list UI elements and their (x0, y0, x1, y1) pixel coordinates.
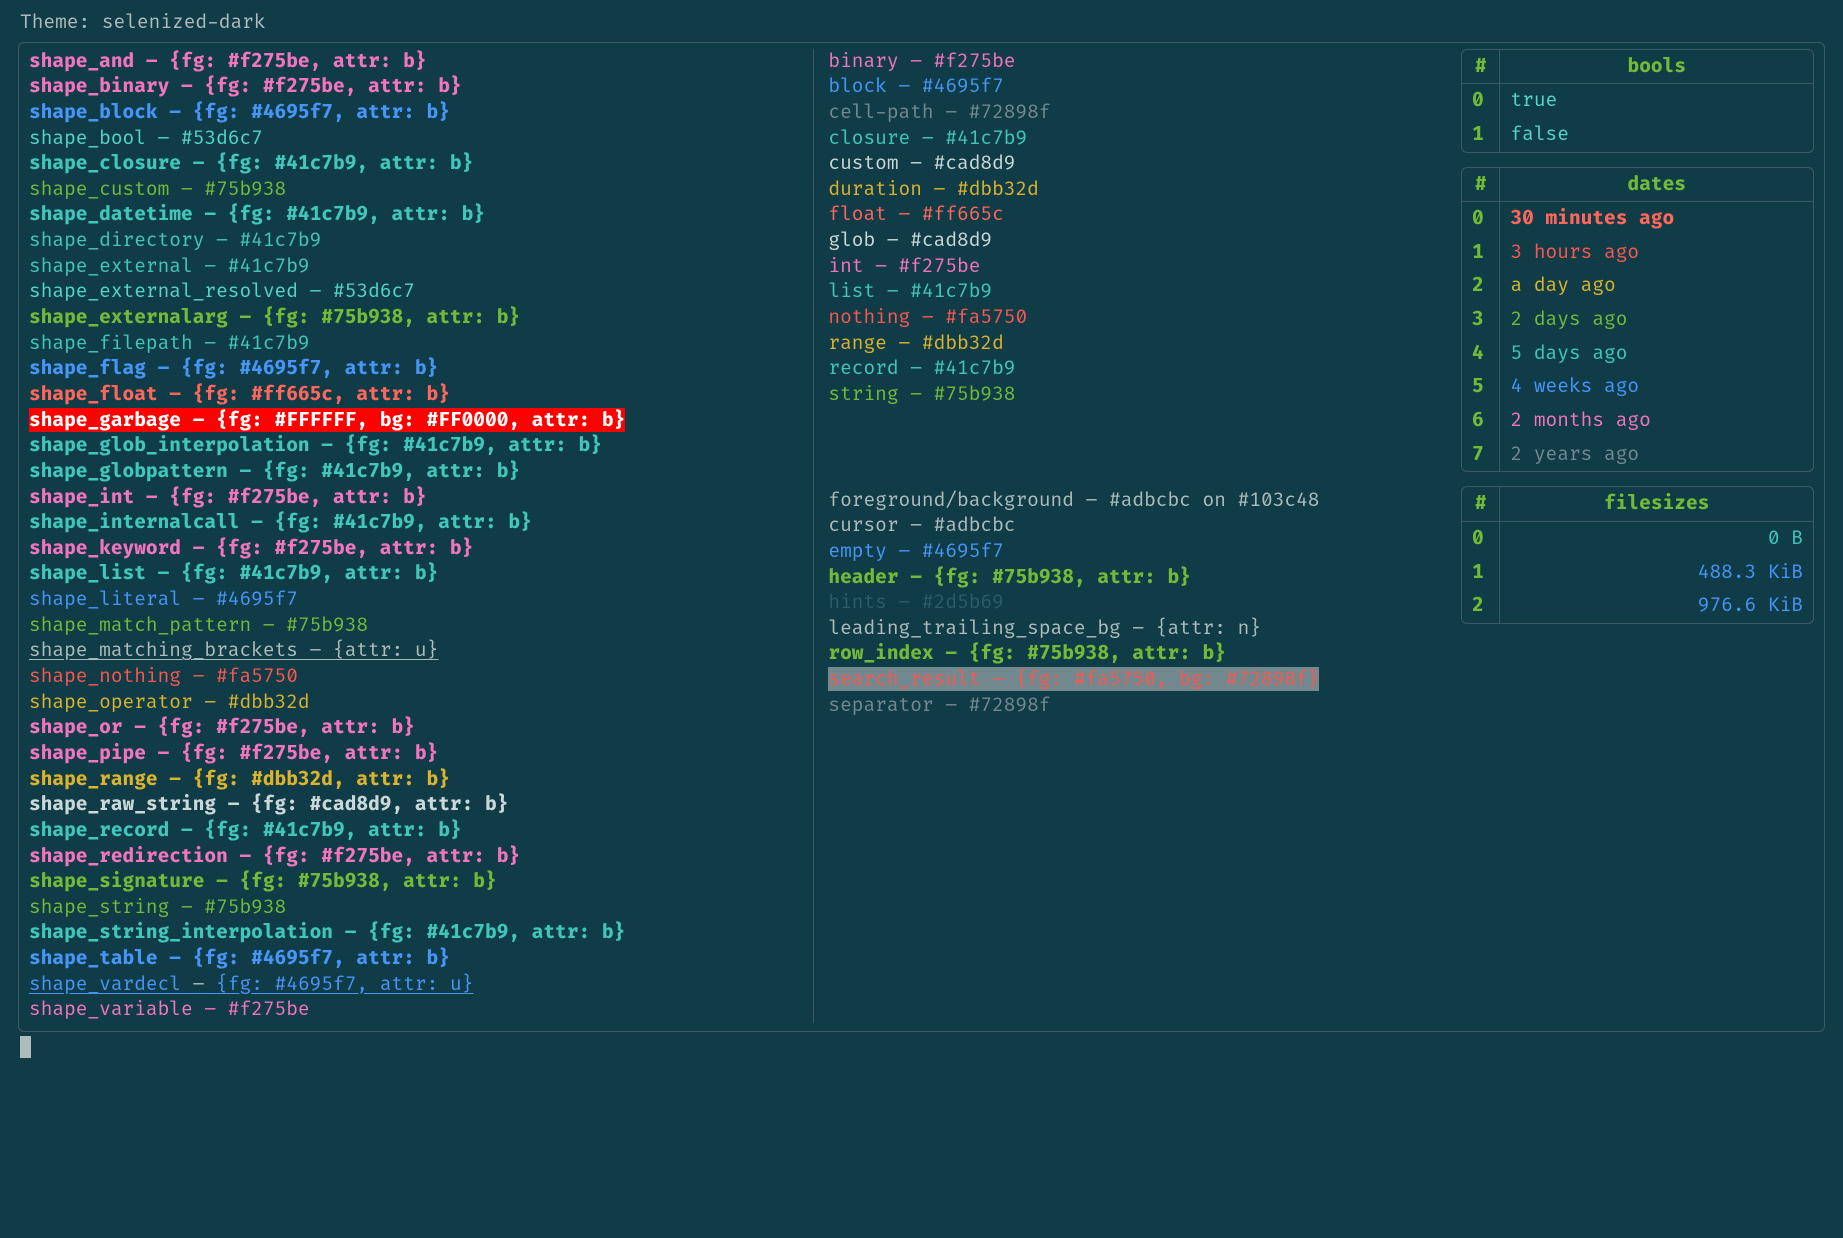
types-list: binary – #f275beblock – #4695f7cell-path… (828, 49, 1443, 408)
entry-range: range – #dbb32d (828, 331, 1443, 357)
entry-nothing: nothing – #fa5750 (828, 305, 1443, 331)
table-row: 62 months ago (1462, 404, 1813, 438)
entry-record: record – #41c7b9 (828, 356, 1443, 382)
entry-shape_record: shape_record – {fg: #41c7b9, attr: b} (29, 818, 799, 844)
entry-shape_vardecl: shape_vardecl – {fg: #4695f7, attr: u} (29, 972, 799, 998)
entry-shape_list: shape_list – {fg: #41c7b9, attr: b} (29, 561, 799, 587)
entry-shape_bool: shape_bool – #53d6c7 (29, 126, 799, 152)
entry-duration: duration – #dbb32d (828, 177, 1443, 203)
column-shapes: shape_and – {fg: #f275be, attr: b}shape_… (29, 49, 814, 1023)
entry-shape_closure: shape_closure – {fg: #41c7b9, attr: b} (29, 151, 799, 177)
entry-shape_datetime: shape_datetime – {fg: #41c7b9, attr: b} (29, 202, 799, 228)
table-row: 1488.3 KiB (1462, 556, 1813, 590)
entry-shape_range: shape_range – {fg: #dbb32d, attr: b} (29, 767, 799, 793)
entry-shape_directory: shape_directory – #41c7b9 (29, 228, 799, 254)
entry-custom: custom – #cad8d9 (828, 151, 1443, 177)
entry-string: string – #75b938 (828, 382, 1443, 408)
entry-shape_or: shape_or – {fg: #f275be, attr: b} (29, 715, 799, 741)
theme-label: Theme: (20, 10, 102, 34)
entry-shape_block: shape_block – {fg: #4695f7, attr: b} (29, 100, 799, 126)
table-row: 00 B (1462, 521, 1813, 555)
table-row: 0true (1462, 84, 1813, 118)
entry-empty: empty – #4695f7 (828, 539, 1443, 565)
entry-hints: hints – #2d5b69 (828, 590, 1443, 616)
table-row: 13 hours ago (1462, 236, 1813, 270)
entry-shape_globpattern: shape_globpattern – {fg: #41c7b9, attr: … (29, 459, 799, 485)
theme-name: selenized-dark (102, 10, 266, 34)
entry-shape_float: shape_float – {fg: #ff665c, attr: b} (29, 382, 799, 408)
entry-shape_table: shape_table – {fg: #4695f7, attr: b} (29, 946, 799, 972)
entry-shape_internalcall: shape_internalcall – {fg: #41c7b9, attr:… (29, 510, 799, 536)
entry-cursor: cursor – #adbcbc (828, 513, 1443, 539)
entry-shape_external_resolved: shape_external_resolved – #53d6c7 (29, 279, 799, 305)
entry-shape_variable: shape_variable – #f275be (29, 997, 799, 1023)
entry-shape_int: shape_int – {fg: #f275be, attr: b} (29, 485, 799, 511)
entry-leading_trailing_space_bg: leading_trailing_space_bg – {attr: n} (828, 616, 1443, 642)
dates-header-dates: dates (1500, 168, 1813, 202)
filesizes-table: #filesizes00 B1488.3 KiB2976.6 KiB (1461, 486, 1814, 624)
entry-list: list – #41c7b9 (828, 279, 1443, 305)
entry-search_result: search_result – {fg: #fa5750, bg: #72898… (828, 667, 1443, 693)
table-row: 45 days ago (1462, 337, 1813, 371)
entry-shape_redirection: shape_redirection – {fg: #f275be, attr: … (29, 844, 799, 870)
bools-header-bools: bools (1500, 50, 1813, 84)
entry-header: header – {fg: #75b938, attr: b} (828, 565, 1443, 591)
entry-shape_keyword: shape_keyword – {fg: #f275be, attr: b} (29, 536, 799, 562)
entry-shape_binary: shape_binary – {fg: #f275be, attr: b} (29, 74, 799, 100)
theme-line: Theme: selenized-dark (20, 10, 1825, 36)
entry-shape_signature: shape_signature – {fg: #75b938, attr: b} (29, 869, 799, 895)
entry-shape_string: shape_string – #75b938 (29, 895, 799, 921)
entry-shape_operator: shape_operator – #dbb32d (29, 690, 799, 716)
entry-binary: binary – #f275be (828, 49, 1443, 75)
entry-shape_and: shape_and – {fg: #f275be, attr: b} (29, 49, 799, 75)
table-row: 32 days ago (1462, 303, 1813, 337)
table-row: 1false (1462, 118, 1813, 152)
entry-cell-path: cell-path – #72898f (828, 100, 1443, 126)
dates-table: #dates030 minutes ago13 hours ago2a day … (1461, 167, 1814, 473)
filesizes-header-#: # (1462, 487, 1500, 521)
table-row: 72 years ago (1462, 438, 1813, 472)
entry-shape_garbage: shape_garbage – {fg: #FFFFFF, bg: #FF000… (29, 408, 799, 434)
bools-table: #bools0true1false (1461, 49, 1814, 153)
table-row: 2976.6 KiB (1462, 589, 1813, 623)
entry-shape_matching_brackets: shape_matching_brackets – {attr: u} (29, 638, 799, 664)
cursor-block (20, 1036, 31, 1058)
table-row: 030 minutes ago (1462, 202, 1813, 236)
entry-block: block – #4695f7 (828, 74, 1443, 100)
main-panel: shape_and – {fg: #f275be, attr: b}shape_… (18, 42, 1825, 1032)
filesizes-header-filesizes: filesizes (1500, 487, 1813, 521)
entry-shape_filepath: shape_filepath – #41c7b9 (29, 331, 799, 357)
entry-shape_pipe: shape_pipe – {fg: #f275be, attr: b} (29, 741, 799, 767)
misc-list: foreground/background – #adbcbc on #103c… (828, 488, 1443, 719)
entry-separator: separator – #72898f (828, 693, 1443, 719)
entry-shape_match_pattern: shape_match_pattern – #75b938 (29, 613, 799, 639)
column-tables: #bools0true1false#dates030 minutes ago13… (1457, 49, 1814, 1023)
dates-header-#: # (1462, 168, 1500, 202)
entry-shape_external: shape_external – #41c7b9 (29, 254, 799, 280)
entry-shape_raw_string: shape_raw_string – {fg: #cad8d9, attr: b… (29, 792, 799, 818)
table-row: 54 weeks ago (1462, 370, 1813, 404)
terminal-screen: Theme: selenized-dark shape_and – {fg: #… (0, 0, 1843, 1076)
entry-float: float – #ff665c (828, 202, 1443, 228)
entry-glob: glob – #cad8d9 (828, 228, 1443, 254)
entry-shape_custom: shape_custom – #75b938 (29, 177, 799, 203)
entry-shape_string_interpolation: shape_string_interpolation – {fg: #41c7b… (29, 920, 799, 946)
entry-shape_nothing: shape_nothing – #fa5750 (29, 664, 799, 690)
entry-shape_flag: shape_flag – {fg: #4695f7, attr: b} (29, 356, 799, 382)
entry-closure: closure – #41c7b9 (828, 126, 1443, 152)
entry-shape_literal: shape_literal – #4695f7 (29, 587, 799, 613)
entry-shape_glob_interpolation: shape_glob_interpolation – {fg: #41c7b9,… (29, 433, 799, 459)
entry-row_index: row_index – {fg: #75b938, attr: b} (828, 641, 1443, 667)
entry-shape_externalarg: shape_externalarg – {fg: #75b938, attr: … (29, 305, 799, 331)
column-middle: binary – #f275beblock – #4695f7cell-path… (814, 49, 1457, 1023)
table-row: 2a day ago (1462, 269, 1813, 303)
entry-int: int – #f275be (828, 254, 1443, 280)
bools-header-#: # (1462, 50, 1500, 84)
entry-foreground/background: foreground/background – #adbcbc on #103c… (828, 488, 1443, 514)
